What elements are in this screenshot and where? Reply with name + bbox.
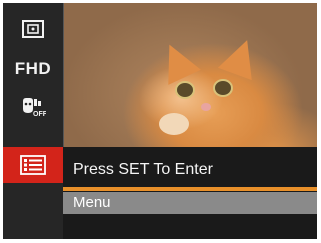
menu-option-label: Menu [73, 194, 111, 211]
sidebar-item-menu[interactable] [3, 147, 63, 183]
svg-text:OFF: OFF [33, 111, 46, 117]
cat-eye-left [175, 81, 195, 99]
menu-list-icon [20, 155, 46, 175]
camera-screen: FHD OFF Press SET To Enter Menu [3, 3, 317, 239]
face-detection-off-icon: OFF [23, 98, 46, 117]
sidebar-item-face-detection[interactable]: OFF [3, 89, 63, 125]
cat-nose [201, 103, 211, 111]
menu-option[interactable]: Menu [63, 192, 317, 214]
cat-paw [159, 113, 189, 135]
panel-divider [63, 187, 317, 191]
panel-title: Press SET To Enter [73, 161, 213, 178]
function-sidebar: FHD OFF [3, 3, 64, 239]
video-quality-icon: FHD [14, 59, 52, 78]
menu-panel: Press SET To Enter Menu [63, 147, 317, 239]
cat-eye-right [213, 79, 233, 97]
sidebar-item-video-quality[interactable]: FHD [3, 51, 63, 87]
sidebar-item-metering[interactable] [3, 11, 63, 47]
metering-icon [22, 20, 44, 38]
cat-ear-right [217, 33, 265, 81]
cat-ear-left [153, 37, 201, 85]
